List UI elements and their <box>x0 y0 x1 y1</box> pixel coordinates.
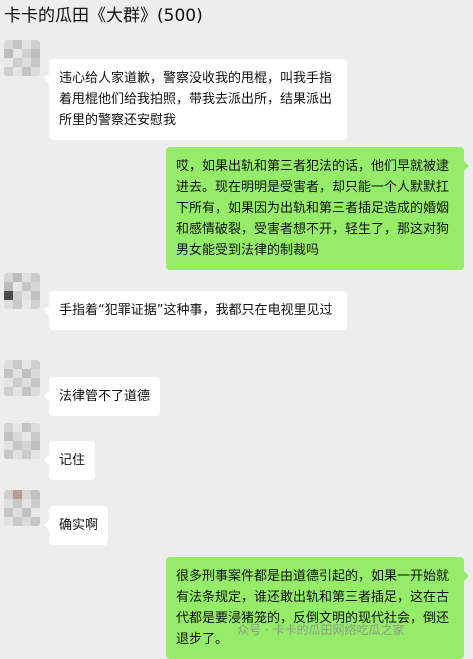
avatar[interactable] <box>4 40 40 76</box>
watermark: 众号 · 卡卡的瓜田网络吃瓜之家 <box>237 623 405 637</box>
message-bubble[interactable]: 法律管不了道德 <box>43 377 161 416</box>
message-bubble[interactable]: 哎，如果出轨和第三者犯法的话，他们早就被逮进去。现在明明是受害者，却只能一个人默… <box>166 147 469 270</box>
message-text: 记住 <box>59 453 86 468</box>
message-text: 确实啊 <box>59 518 99 533</box>
message-bubble[interactable]: 很多刑事案件都是由道德引起的，如果一开始就有法条规定，谁还敢出轨和第三者插足，这… <box>166 557 469 659</box>
message-text: 手指着“犯罪证据”这种事，我都只在电视里见过 <box>59 303 333 318</box>
message-bubble[interactable]: 确实啊 <box>43 506 109 545</box>
avatar[interactable] <box>4 490 40 526</box>
chat-header: 卡卡的瓜田《大群》(500) <box>0 0 473 34</box>
message-bubble[interactable]: 违心给人家道歉，警察没收我的甩棍，叫我手指着甩棍他们给我拍照，带我去派出所，结果… <box>44 59 347 140</box>
group-title[interactable]: 卡卡的瓜田《大群》(500) <box>4 5 203 27</box>
message-bubble[interactable]: 记住 <box>43 441 96 480</box>
avatar[interactable] <box>4 360 40 396</box>
message-text: 违心给人家道歉，警察没收我的甩棍，叫我手指着甩棍他们给我拍照，带我去派出所，结果… <box>59 71 333 128</box>
message-text: 哎，如果出轨和第三者犯法的话，他们早就被逮进去。现在明明是受害者，却只能一个人默… <box>176 159 450 258</box>
message-text: 法律管不了道德 <box>59 389 151 404</box>
avatar[interactable] <box>4 423 40 459</box>
message-bubble[interactable]: 手指着“犯罪证据”这种事，我都只在电视里见过 <box>44 291 347 330</box>
avatar[interactable] <box>4 273 40 309</box>
